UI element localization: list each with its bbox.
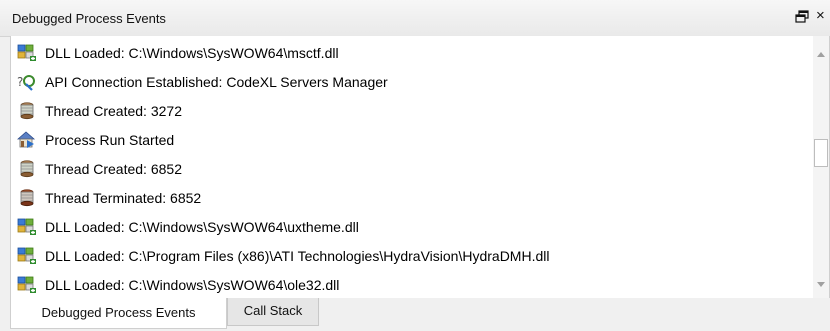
event-text: DLL Loaded: C:\Windows\SysWOW64\uxtheme.… <box>45 218 359 235</box>
svg-text:?: ? <box>17 75 23 89</box>
event-text: DLL Loaded: C:\Windows\SysWOW64\msctf.dl… <box>45 44 339 61</box>
event-text: DLL Loaded: C:\Program Files (x86)\ATI T… <box>45 247 550 264</box>
tab-debugged-process-events[interactable]: Debugged Process Events <box>10 298 227 329</box>
thread-terminated-icon <box>17 188 37 208</box>
scrollbar-thumb[interactable] <box>814 139 828 167</box>
event-list-item[interactable]: DLL Loaded: C:\Windows\SysWOW64\msctf.dl… <box>11 38 811 67</box>
event-list-item[interactable]: Process Run Started <box>11 125 811 154</box>
event-text: DLL Loaded: C:\Windows\SysWOW64\ole32.dl… <box>45 276 340 293</box>
panel-tab-bar: Debugged Process Events Call Stack <box>0 298 830 331</box>
dll-module-icon <box>17 246 37 266</box>
events-list-frame: DLL Loaded: C:\Windows\SysWOW64\msctf.dl… <box>10 36 830 299</box>
event-list-item[interactable]: Thread Created: 3272 <box>11 96 811 125</box>
tab-call-stack[interactable]: Call Stack <box>227 298 319 326</box>
debugged-process-events-panel: Debugged Process Events × DLL Loaded: C:… <box>0 0 830 331</box>
process-run-icon <box>16 130 37 150</box>
event-text: Thread Created: 3272 <box>45 102 182 119</box>
event-list-item[interactable]: DLL Loaded: C:\Windows\SysWOW64\ole32.dl… <box>11 270 811 298</box>
event-list-item[interactable]: DLL Loaded: C:\Windows\SysWOW64\uxtheme.… <box>11 212 811 241</box>
dll-module-icon <box>17 275 37 295</box>
float-window-icon[interactable] <box>794 9 810 25</box>
event-text: Thread Created: 6852 <box>45 160 182 177</box>
thread-created-icon <box>17 101 37 121</box>
scroll-down-icon[interactable] <box>817 282 825 287</box>
event-text: Thread Terminated: 6852 <box>45 189 202 206</box>
event-list-item[interactable]: Thread Terminated: 6852 <box>11 183 811 212</box>
api-connection-icon: ? <box>17 72 37 92</box>
close-icon[interactable]: × <box>816 6 830 26</box>
scroll-up-icon[interactable] <box>817 52 825 57</box>
event-list-item[interactable]: ? API Connection Established: CodeXL Serv… <box>11 67 811 96</box>
event-text: Process Run Started <box>45 131 175 148</box>
dll-module-icon <box>17 217 37 237</box>
events-list: DLL Loaded: C:\Windows\SysWOW64\msctf.dl… <box>11 38 811 298</box>
dll-module-icon <box>17 43 37 63</box>
panel-title-bar: Debugged Process Events × <box>0 0 830 37</box>
panel-title: Debugged Process Events <box>12 11 166 26</box>
event-list-item[interactable]: Thread Created: 6852 <box>11 154 811 183</box>
vertical-scrollbar[interactable] <box>813 36 829 298</box>
event-list-item[interactable]: DLL Loaded: C:\Program Files (x86)\ATI T… <box>11 241 811 270</box>
event-text: API Connection Established: CodeXL Serve… <box>45 73 388 90</box>
thread-created-icon <box>17 159 37 179</box>
